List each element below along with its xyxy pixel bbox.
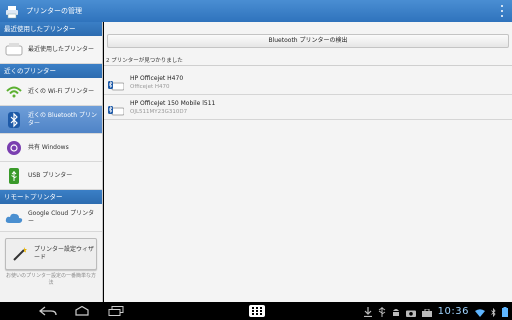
sidebar-item-label: 共有 Windows <box>28 143 69 151</box>
main-content: Bluetooth プリンターの検出 2 プリンターが見つかりました HP Of… <box>104 22 512 302</box>
android-icon <box>392 302 400 320</box>
sidebar-item-google-cloud[interactable]: Google Cloud プリンター <box>0 204 102 232</box>
section-header-recent: 最近使用したプリンター <box>0 22 102 36</box>
sidebar-item-label: 近くの Wi-Fi プリンター <box>28 87 95 95</box>
bluetooth-printer-icon <box>108 102 125 115</box>
clock[interactable]: 10:36 <box>438 306 469 317</box>
windows-share-icon <box>4 138 24 158</box>
printer-row[interactable]: HP OfficeJet 150 Mobile l511 OJL511MY23G… <box>104 96 512 120</box>
cloud-icon <box>4 208 24 228</box>
sidebar-item-bluetooth[interactable]: 近くの Bluetooth プリンター <box>0 106 102 134</box>
printer-name: HP OfficeJet 150 Mobile l511 <box>130 99 216 107</box>
setup-wizard-button[interactable]: プリンター設定ウィザード <box>5 238 97 270</box>
app-title: プリンターの管理 <box>26 7 82 15</box>
printer-row[interactable]: HP Officejet H470 Officejet H470 <box>104 71 512 95</box>
sidebar-item-windows[interactable]: 共有 Windows <box>0 134 102 162</box>
camera-icon <box>405 302 416 320</box>
printer-name: HP Officejet H470 <box>130 74 184 82</box>
overflow-menu-icon[interactable] <box>500 5 504 17</box>
wizard-note: お使いのプリンター設定の一番簡単な方法 <box>6 273 97 286</box>
magic-wand-icon <box>10 244 30 264</box>
wizard-label: プリンター設定ウィザード <box>34 246 95 261</box>
bluetooth-icon <box>4 110 24 130</box>
sidebar: 最近使用したプリンター 最近使用したプリンター 近くのプリンター 近くの Wi-… <box>0 22 103 302</box>
action-bar: プリンターの管理 <box>0 0 512 22</box>
usb-icon <box>4 166 24 186</box>
bluetooth-status-icon <box>491 302 496 320</box>
sidebar-item-label: 最近使用したプリンター <box>28 45 95 53</box>
back-icon[interactable] <box>38 305 58 317</box>
sidebar-item-label: USB プリンター <box>28 171 73 179</box>
system-navigation-bar: 10:36 <box>0 302 512 320</box>
usb-debug-icon <box>378 302 386 320</box>
sidebar-item-label: Google Cloud プリンター <box>28 209 95 225</box>
bluetooth-printer-icon <box>108 77 125 90</box>
section-header-remote: リモートプリンター <box>0 190 102 204</box>
section-header-nearby: 近くのプリンター <box>0 64 102 78</box>
detect-bluetooth-button[interactable]: Bluetooth プリンターの検出 <box>107 34 509 48</box>
sidebar-item-usb[interactable]: USB プリンター <box>0 162 102 190</box>
briefcase-icon <box>421 302 432 320</box>
home-icon[interactable] <box>72 305 92 317</box>
wifi-icon <box>4 82 24 102</box>
printer-subtitle: Officejet H470 <box>130 83 170 90</box>
printer-icon <box>4 40 24 60</box>
found-count-label: 2 プリンターが見つかりました <box>104 57 512 66</box>
sidebar-item-label: 近くの Bluetooth プリンター <box>28 111 97 127</box>
app-drawer-icon[interactable] <box>248 305 266 317</box>
sidebar-item-recent[interactable]: 最近使用したプリンター <box>0 36 102 64</box>
status-tray: 10:36 <box>363 302 508 320</box>
printer-app-icon[interactable] <box>5 4 19 19</box>
battery-icon <box>502 302 508 320</box>
wifi-signal-icon <box>475 302 485 320</box>
sidebar-item-wifi[interactable]: 近くの Wi-Fi プリンター <box>0 78 102 106</box>
recent-apps-icon[interactable] <box>106 305 126 317</box>
download-icon <box>363 302 372 320</box>
printer-subtitle: OJL511MY23G310D7 <box>130 108 188 115</box>
